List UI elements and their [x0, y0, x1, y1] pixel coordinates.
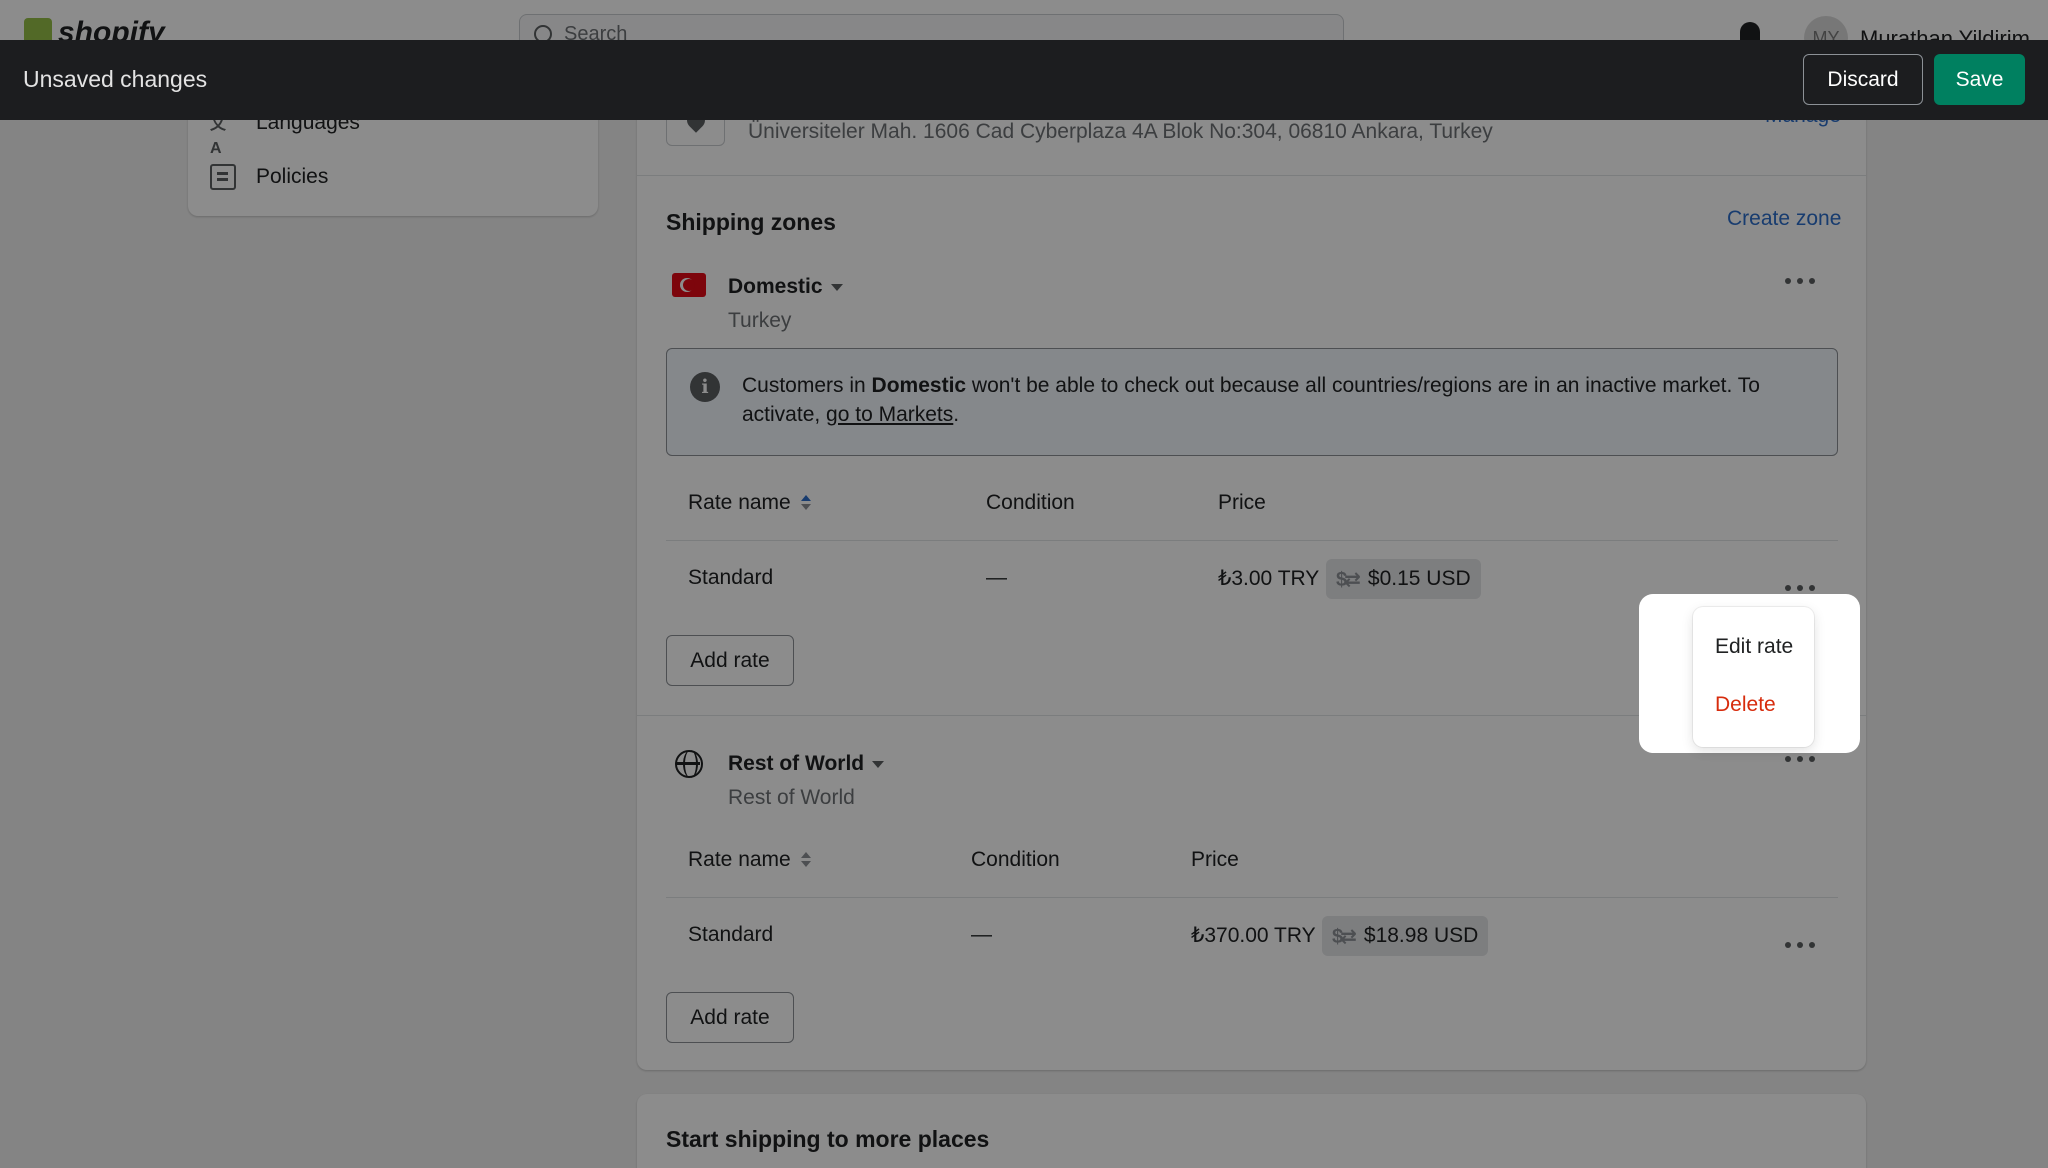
- discard-button[interactable]: Discard: [1803, 54, 1923, 105]
- unsaved-changes-title: Unsaved changes: [23, 66, 208, 92]
- save-button[interactable]: Save: [1934, 54, 2025, 105]
- unsaved-changes-bar: Unsaved changes Discard Save: [0, 40, 2048, 120]
- edit-rate-menu-item[interactable]: Edit rate: [1715, 635, 1793, 659]
- rate-actions-menu: Edit rate Delete: [1693, 607, 1814, 747]
- modal-backdrop[interactable]: [0, 0, 2048, 1168]
- delete-rate-menu-item[interactable]: Delete: [1715, 693, 1776, 717]
